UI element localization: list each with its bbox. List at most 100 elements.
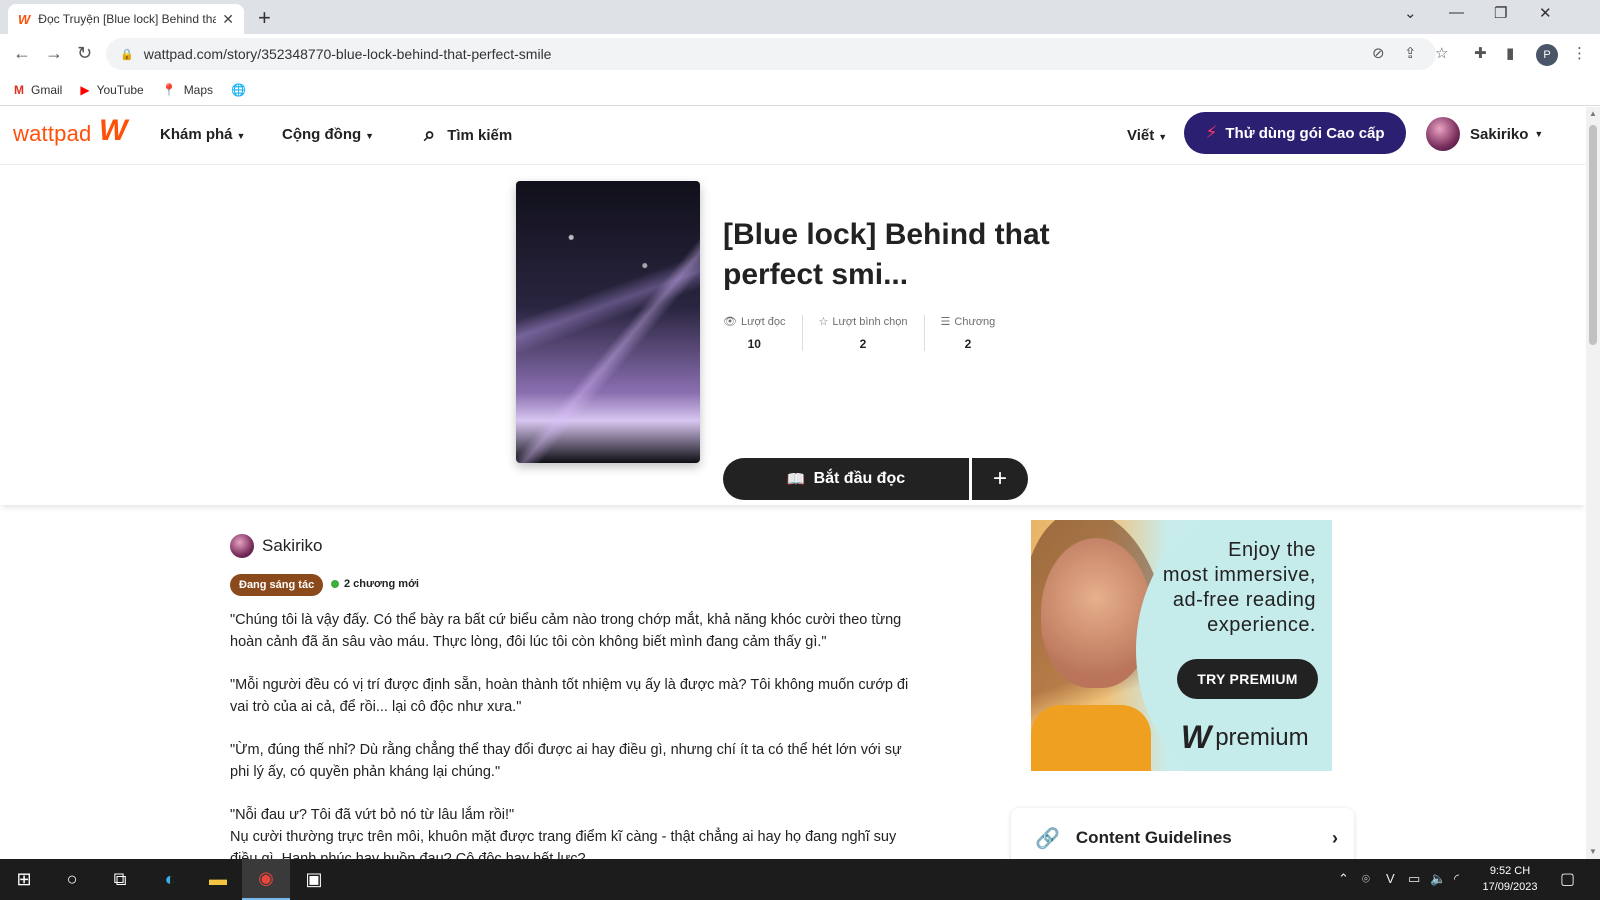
try-premium-button[interactable]: ⚡ Thử dùng gói Cao cấp <box>1184 112 1406 154</box>
scrollbar-thumb[interactable] <box>1589 125 1597 345</box>
scroll-down-icon[interactable]: ▼ <box>1589 847 1597 856</box>
add-to-library-button[interactable]: + <box>972 458 1028 500</box>
content-guidelines-card[interactable]: 🔗 Content Guidelines › <box>1011 808 1354 859</box>
author-link[interactable]: Sakiriko <box>230 534 322 558</box>
start-icon[interactable]: ⊞ <box>0 859 48 900</box>
tab-search-icon[interactable]: ⌄ <box>1404 4 1417 22</box>
bookmark-youtube[interactable]: ▶ YouTube <box>80 83 143 97</box>
story-description: "Chúng tôi là vậy đấy. Có thể bày ra bất… <box>230 609 920 859</box>
battery-icon[interactable]: ▭ <box>1408 871 1420 887</box>
translate-icon[interactable]: ⊘ <box>1372 44 1385 62</box>
new-tab-icon[interactable]: + <box>258 5 271 31</box>
nav-label: Khám phá <box>160 126 233 143</box>
stat-value: 2 <box>859 337 867 351</box>
taskbar-clock[interactable]: 9:52 CH 17/09/2023 <box>1470 863 1550 895</box>
ad-copy: Enjoy the most immersive, ad-free readin… <box>1136 538 1316 638</box>
browser-tab[interactable]: W Đọc Truyện [Blue lock] Behind that per… <box>8 4 244 34</box>
close-tab-icon[interactable]: ✕ <box>222 11 234 28</box>
search-label: Tìm kiếm <box>447 127 513 144</box>
ad-try-premium-button[interactable]: TRY PREMIUM <box>1177 659 1318 699</box>
chrome-icon[interactable]: ◉ <box>242 859 290 900</box>
menu-icon[interactable]: ⋮ <box>1572 44 1587 62</box>
status-dot-icon <box>331 580 339 588</box>
restore-icon[interactable]: ❐ <box>1494 4 1507 22</box>
lightning-icon: ⚡ <box>1205 123 1218 142</box>
bookmark-star-icon[interactable]: ☆ <box>1435 44 1448 62</box>
address-bar-row: ← → ↻ 🔒 wattpad.com/story/352348770-blue… <box>0 34 1600 74</box>
ad-copy-line: Enjoy the <box>1228 539 1316 561</box>
wattpad-logo[interactable]: wattpad W <box>13 114 127 147</box>
share-icon[interactable]: ⇪ <box>1404 44 1417 62</box>
back-icon[interactable]: ← <box>13 43 31 64</box>
stat-label: Chương <box>954 315 996 328</box>
story-hero: [Blue lock] Behind that perfect smi... 👁… <box>0 165 1586 505</box>
ad-copy-line: ad-free reading <box>1172 589 1316 611</box>
gmail-icon: M <box>14 82 24 97</box>
caret-down-icon: ▼ <box>236 131 246 141</box>
bookmark-maps[interactable]: 📍 Maps <box>162 83 213 97</box>
scroll-up-icon[interactable]: ▲ <box>1589 109 1597 118</box>
side-panel-icon[interactable]: ▮ <box>1506 44 1514 62</box>
meet-icon[interactable]: ⌾ <box>1362 871 1370 887</box>
stat-label: Lượt bình chọn <box>832 315 908 328</box>
ad-copy-line: experience. <box>1207 614 1316 636</box>
ime-icon[interactable]: V <box>1386 871 1395 886</box>
list-icon: ☰ <box>940 316 951 328</box>
minimize-icon[interactable]: — <box>1449 4 1464 21</box>
write-menu[interactable]: Viết ▼ <box>1127 127 1167 144</box>
lock-icon[interactable]: 🔒 <box>120 48 134 61</box>
nav-community[interactable]: Cộng đồng ▼ <box>282 126 374 143</box>
bookmark-globe[interactable]: 🌐 <box>231 83 253 97</box>
nav-label: Cộng đồng <box>282 126 362 143</box>
photos-icon[interactable]: ▣ <box>290 859 338 900</box>
volume-icon[interactable]: 🔈 <box>1430 871 1446 887</box>
start-reading-label: Bắt đầu đọc <box>813 470 906 487</box>
tray-chevron-icon[interactable]: ⌃ <box>1338 871 1349 887</box>
new-chapters-label: 2 chương mới <box>344 578 419 590</box>
ad-photo-face <box>1041 538 1151 688</box>
search-button[interactable]: ⌕ Tìm kiếm <box>424 124 512 147</box>
stat-chapters: ☰ Chương 2 <box>923 315 1012 351</box>
start-reading-button[interactable]: 📖 Bắt đầu đọc <box>723 458 969 500</box>
extensions-icon[interactable]: ✚ <box>1474 44 1487 62</box>
tab-title: Đọc Truyện [Blue lock] Behind that perfe… <box>38 12 217 26</box>
clock-date: 17/09/2023 <box>1482 881 1538 893</box>
forward-icon[interactable]: → <box>45 43 63 64</box>
wattpad-favicon-icon: W <box>18 11 31 27</box>
story-title: [Blue lock] Behind that perfect smi... <box>723 218 1050 291</box>
search-circle-icon[interactable]: ○ <box>48 859 96 900</box>
task-view-icon[interactable]: ⧉ <box>96 859 144 900</box>
caret-down-icon: ▼ <box>1534 129 1544 139</box>
chevron-right-icon: › <box>1332 827 1338 848</box>
notifications-icon[interactable]: ▢ <box>1560 869 1575 889</box>
youtube-icon: ▶ <box>80 82 90 97</box>
premium-ad-banner[interactable]: Enjoy the most immersive, ad-free readin… <box>1031 520 1332 771</box>
url-field[interactable]: 🔒 wattpad.com/story/352348770-blue-lock-… <box>106 38 1436 70</box>
close-window-icon[interactable]: ✕ <box>1539 4 1552 22</box>
logo-text: wattpad <box>13 121 92 146</box>
edge-icon[interactable]: ◐ <box>146 859 194 900</box>
link-icon: 🔗 <box>1035 827 1060 850</box>
profile-avatar[interactable]: P <box>1536 44 1558 66</box>
description-paragraph: "Nỗi đau ư? Tôi đã vứt bỏ nó từ lâu lắm … <box>230 807 515 823</box>
url-text: wattpad.com/story/352348770-blue-lock-be… <box>143 46 552 62</box>
author-avatar <box>230 534 254 558</box>
bookmark-label: Gmail <box>31 82 63 97</box>
clock-time: 9:52 CH <box>1489 865 1531 877</box>
nav-explore[interactable]: Khám phá ▼ <box>160 126 245 143</box>
wifi-icon[interactable]: ◜ <box>1454 871 1459 887</box>
site-header: wattpad W Khám phá ▼ Cộng đồng ▼ ⌕ Tìm kiế… <box>0 107 1586 165</box>
page-scrollbar[interactable]: ▲ ▼ <box>1586 107 1600 859</box>
page-viewport: wattpad W Khám phá ▼ Cộng đồng ▼ ⌕ Tìm kiế… <box>0 107 1586 859</box>
avatar <box>1426 117 1460 151</box>
bookmark-gmail[interactable]: M Gmail <box>14 83 62 97</box>
premium-cta-label: Thử dùng gói Cao cấp <box>1225 124 1385 142</box>
username: Sakiriko <box>1470 125 1529 143</box>
bookmarks-bar: M Gmail ▶ YouTube 📍 Maps 🌐 <box>0 74 1600 106</box>
stat-votes: ☆ Lượt bình chọn 2 <box>801 315 924 351</box>
user-menu[interactable]: Sakiriko ▼ <box>1426 117 1543 151</box>
story-cover-image[interactable] <box>516 181 700 463</box>
reload-icon[interactable]: ↻ <box>77 43 92 64</box>
file-explorer-icon[interactable]: ▬ <box>194 859 242 900</box>
description-paragraph: "Chúng tôi là vậy đấy. Có thể bày ra bất… <box>230 612 902 650</box>
